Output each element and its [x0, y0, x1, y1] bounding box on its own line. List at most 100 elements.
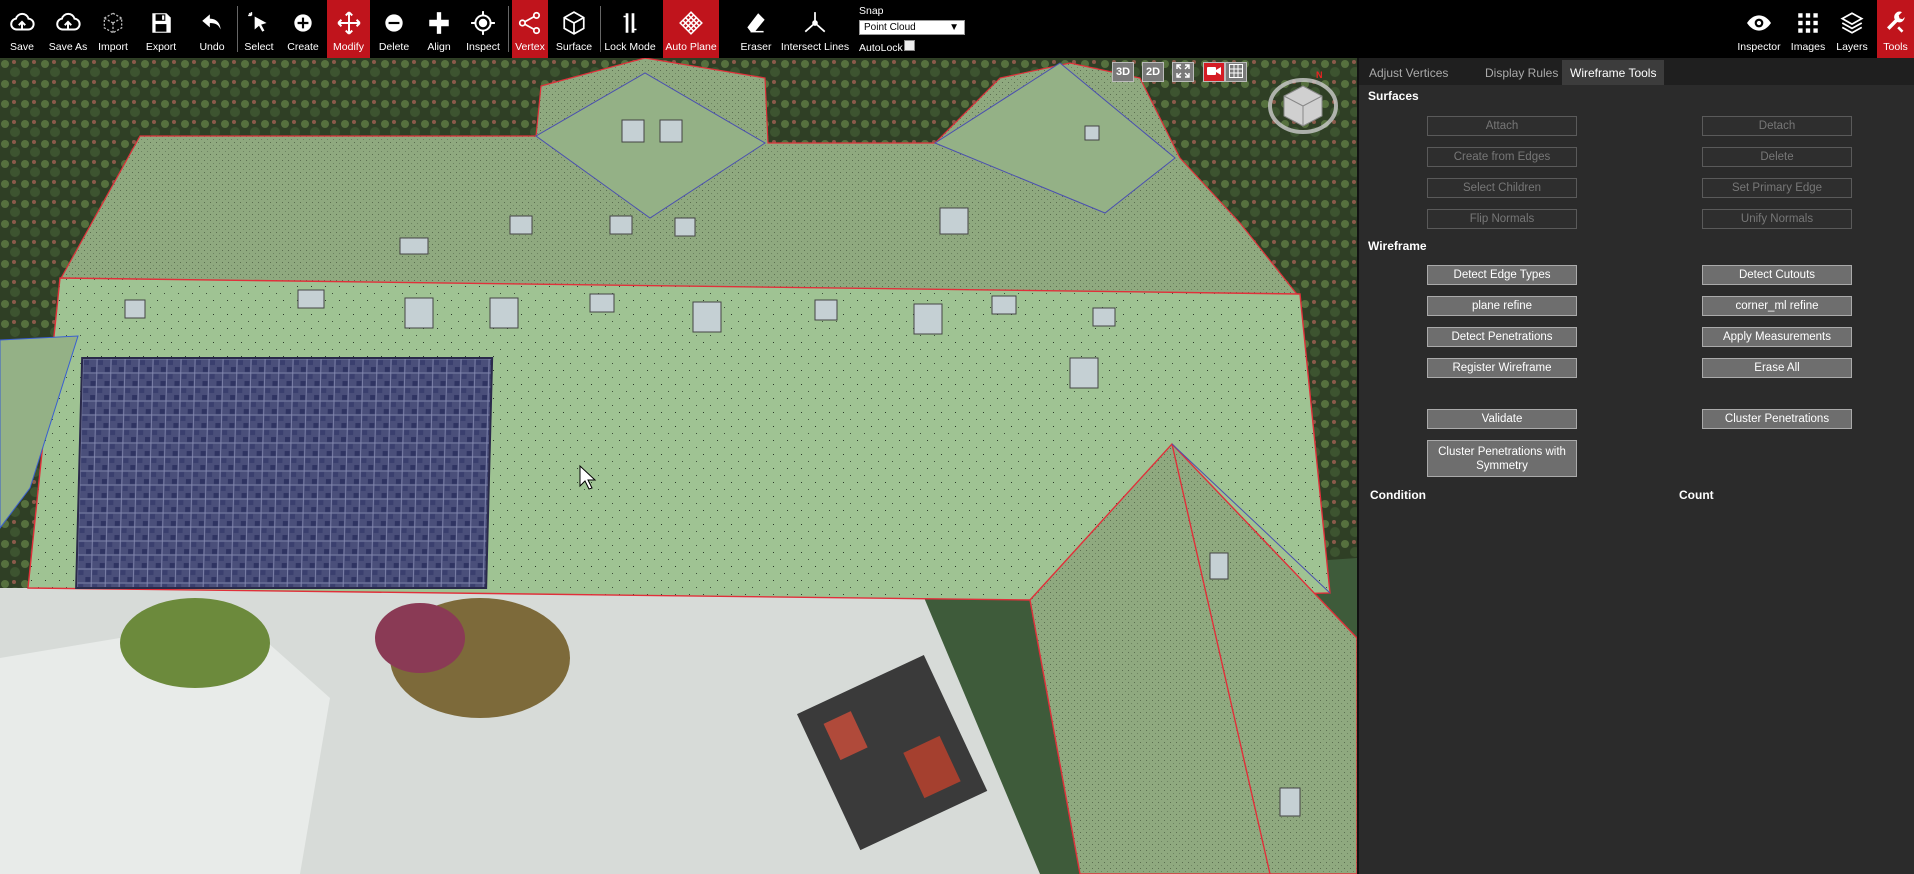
cube-wire-icon [98, 6, 128, 40]
surfaces-heading: Surfaces [1368, 89, 1419, 103]
layers-button[interactable]: Layers [1834, 0, 1870, 58]
set-primary-edge-button[interactable]: Set Primary Edge [1702, 178, 1852, 198]
undo-label: Undo [199, 41, 225, 53]
images-label: Images [1790, 41, 1826, 53]
delete-surface-button[interactable]: Delete [1702, 147, 1852, 167]
auto-plane-label: Auto Plane [665, 41, 717, 53]
panel-tab-bar: Adjust Vertices Display Rules Wireframe … [1359, 58, 1914, 85]
crosshair-icon [468, 6, 498, 40]
minus-circle-icon [379, 6, 409, 40]
snap-select[interactable]: Point Cloud ▼ [859, 20, 965, 35]
grid-toggle-button[interactable] [1225, 62, 1247, 82]
eraser-button[interactable]: Eraser [738, 0, 774, 58]
vertex-button[interactable]: Vertex [512, 0, 548, 58]
toolbar-divider [508, 6, 509, 52]
select-label: Select [244, 41, 274, 53]
eye-icon [1744, 6, 1774, 40]
3d-viewport[interactable]: 3D 2D N [0, 58, 1357, 874]
cluster-penetrations-symmetry-button[interactable]: Cluster Penetrations with Symmetry [1427, 440, 1577, 477]
move-arrows-icon [334, 6, 364, 40]
shrub [375, 603, 465, 673]
import-label: Import [98, 41, 128, 53]
intersect-lines-label: Intersect Lines [780, 41, 850, 53]
delete-label: Delete [378, 41, 410, 53]
cluster-penetrations-button[interactable]: Cluster Penetrations [1702, 409, 1852, 429]
floppy-disk-icon [146, 6, 176, 40]
count-column-header: Count [1679, 488, 1714, 502]
create-label: Create [287, 41, 319, 53]
detach-button[interactable]: Detach [1702, 116, 1852, 136]
save-button[interactable]: Save [4, 0, 40, 58]
select-button[interactable]: Select [242, 0, 276, 58]
create-from-edges-button[interactable]: Create from Edges [1427, 147, 1577, 167]
tab-adjust-vertices[interactable]: Adjust Vertices [1361, 60, 1456, 85]
attach-button[interactable]: Attach [1427, 116, 1577, 136]
select-children-button[interactable]: Select Children [1427, 178, 1577, 198]
detect-cutouts-button[interactable]: Detect Cutouts [1702, 265, 1852, 285]
export-label: Export [145, 41, 177, 53]
auto-plane-button[interactable]: Auto Plane [663, 0, 719, 58]
inspect-label: Inspect [466, 41, 500, 53]
grid-dots-icon [1793, 6, 1823, 40]
lock-mode-label: Lock Mode [604, 41, 656, 53]
solar-panel-array [75, 357, 494, 589]
plane-refine-button[interactable]: plane refine [1427, 296, 1577, 316]
lock-bars-icon [615, 6, 645, 40]
roof-scene [0, 58, 1357, 874]
view-2d-button[interactable]: 2D [1142, 62, 1164, 82]
flip-normals-button[interactable]: Flip Normals [1427, 209, 1577, 229]
images-button[interactable]: Images [1790, 0, 1826, 58]
tools-button[interactable]: Tools [1877, 0, 1914, 58]
save-label: Save [10, 41, 34, 53]
surface-label: Surface [555, 41, 593, 53]
fit-view-button[interactable] [1172, 62, 1194, 82]
save-as-label: Save As [48, 41, 88, 53]
video-camera-icon [1207, 65, 1221, 80]
undo-button[interactable]: Undo [195, 0, 229, 58]
cube-icon [559, 6, 589, 40]
inspector-label: Inspector [1737, 41, 1781, 53]
inspector-button[interactable]: Inspector [1736, 0, 1782, 58]
save-as-button[interactable]: Save As [46, 0, 90, 58]
toolbar-divider [600, 6, 601, 52]
register-wireframe-button[interactable]: Register Wireframe [1427, 358, 1577, 378]
navigation-cube[interactable]: N [1268, 70, 1338, 136]
export-button[interactable]: Export [143, 0, 179, 58]
tab-wireframe-tools[interactable]: Wireframe Tools [1562, 60, 1665, 85]
camera-record-button[interactable] [1203, 62, 1225, 82]
expand-icon [1176, 63, 1190, 81]
view-3d-button[interactable]: 3D [1112, 62, 1134, 82]
modify-label: Modify [333, 41, 364, 53]
layers-icon [1837, 6, 1867, 40]
snap-select-value: Point Cloud [864, 22, 916, 33]
compass-north-label: N [1316, 70, 1323, 80]
tools-label: Tools [1883, 41, 1908, 53]
corner-ml-refine-button[interactable]: corner_ml refine [1702, 296, 1852, 316]
unify-normals-button[interactable]: Unify Normals [1702, 209, 1852, 229]
detect-penetrations-button[interactable]: Detect Penetrations [1427, 327, 1577, 347]
lock-mode-button[interactable]: Lock Mode [604, 0, 656, 58]
grid-diamond-icon [676, 6, 706, 40]
wireframe-heading: Wireframe [1368, 239, 1427, 253]
autolock-label: AutoLock [859, 42, 903, 54]
autolock-checkbox[interactable] [904, 40, 915, 51]
plus-circle-icon [288, 6, 318, 40]
modify-button[interactable]: Modify [327, 0, 370, 58]
surface-button[interactable]: Surface [555, 0, 593, 58]
pointer-select-icon [244, 6, 274, 40]
delete-button[interactable]: Delete [377, 0, 411, 58]
apply-measurements-button[interactable]: Apply Measurements [1702, 327, 1852, 347]
create-button[interactable]: Create [286, 0, 320, 58]
detect-edge-types-button[interactable]: Detect Edge Types [1427, 265, 1577, 285]
validate-button[interactable]: Validate [1427, 409, 1577, 429]
condition-column-header: Condition [1370, 488, 1426, 502]
tab-display-rules[interactable]: Display Rules [1477, 60, 1566, 85]
vertex-label: Vertex [515, 41, 545, 53]
inspect-button[interactable]: Inspect [465, 0, 501, 58]
tools-panel: Adjust Vertices Display Rules Wireframe … [1357, 58, 1914, 874]
align-button[interactable]: Align [422, 0, 456, 58]
layers-label: Layers [1836, 41, 1868, 53]
intersect-lines-button[interactable]: Intersect Lines [780, 0, 850, 58]
erase-all-button[interactable]: Erase All [1702, 358, 1852, 378]
import-button[interactable]: Import [96, 0, 130, 58]
